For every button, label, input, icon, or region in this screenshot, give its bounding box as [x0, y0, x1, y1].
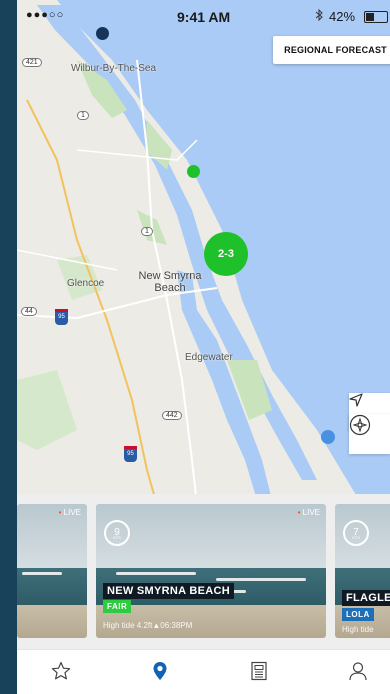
spot-card-new-smyrna[interactable]: LIVE 9 KTS NEW SMYRNA BEACH FAIR High ti… — [96, 504, 326, 638]
status-time: 9:41 AM — [177, 9, 231, 25]
bottom-tab-bar — [17, 649, 390, 694]
surf-condition-badge: LOLA — [342, 608, 374, 621]
spot-cluster-marker[interactable]: 2-3 — [204, 232, 248, 276]
live-badge: LIVE — [59, 508, 81, 517]
battery-percent: 42% — [329, 9, 356, 24]
wind-speed-unit: KTS — [113, 535, 121, 540]
interstate-95-shield: 95 — [55, 309, 68, 325]
wind-speed-unit: KTS — [352, 535, 360, 540]
road-shield-421: 421 — [22, 58, 42, 67]
tab-news[interactable] — [247, 661, 271, 685]
surf-condition-badge: FAIR — [103, 600, 132, 613]
spot-name: FLAGLE — [342, 590, 390, 606]
star-icon — [51, 661, 71, 686]
wind-speed-gauge: 7 KTS — [343, 520, 369, 546]
place-label-wilbur: Wilbur-By-The-Sea — [71, 63, 157, 74]
live-badge: LIVE — [298, 508, 320, 517]
status-bar: ●●●○○ 9:41 AM 42% — [17, 0, 390, 34]
spot-marker-green[interactable] — [187, 165, 200, 178]
regional-forecast-button[interactable]: REGIONAL FORECAST — [273, 36, 390, 64]
spot-card-flagler[interactable]: 7 KTS FLAGLE LOLA High tide — [335, 504, 390, 638]
compass-button[interactable] — [349, 414, 390, 454]
app-screen: Wilbur-By-The-Sea Glencoe New Smyrna Bea… — [17, 0, 390, 694]
tab-profile[interactable] — [346, 661, 370, 685]
spot-name: NEW SMYRNA BEACH — [103, 583, 234, 599]
place-label-glencoe: Glencoe — [67, 278, 105, 289]
tide-info: High tide 4.2ft▲06:38PM — [103, 621, 193, 630]
spot-card[interactable]: LIVE — [17, 504, 87, 638]
battery-icon — [364, 11, 388, 23]
profile-icon — [348, 661, 368, 686]
place-label-edgewater: Edgewater — [185, 352, 233, 363]
spot-marker-blue[interactable] — [321, 430, 335, 444]
interstate-95-shield-south: 95 — [124, 446, 137, 462]
signal-strength: ●●●○○ — [26, 9, 65, 21]
tide-info: High tide — [342, 625, 374, 634]
map-pin-icon — [152, 661, 168, 686]
place-label-new-smyrna: New Smyrna Beach — [138, 270, 202, 294]
road-shield-1-south: 1 — [141, 227, 153, 236]
road-shield-442: 442 — [162, 411, 182, 420]
tab-favorites[interactable] — [49, 661, 73, 685]
map-view[interactable]: Wilbur-By-The-Sea Glencoe New Smyrna Bea… — [17, 0, 390, 505]
news-icon — [250, 661, 268, 686]
road-shield-1: 1 — [77, 111, 89, 120]
wind-speed-gauge: 9 KTS — [104, 520, 130, 546]
bluetooth-icon — [315, 8, 323, 24]
spot-cards-carousel[interactable]: LIVE LIVE 9 KTS NEW SMYRNA BEACH FAIR Hi… — [17, 494, 390, 649]
tab-map[interactable] — [148, 661, 172, 685]
road-shield-44: 44 — [21, 307, 37, 316]
